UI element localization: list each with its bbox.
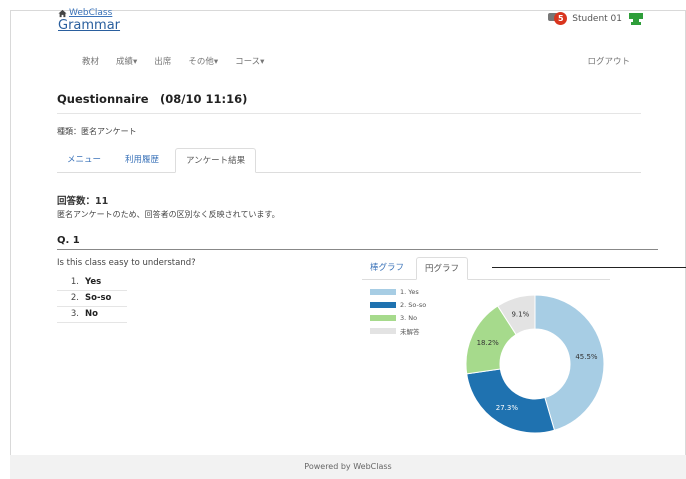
option-number: 3. (70, 309, 79, 319)
question-number: Q. 1 (57, 235, 80, 246)
option-number: 1. (70, 277, 79, 287)
data-label: 27.3% (496, 404, 519, 412)
tab-bar-chart[interactable]: 棒グラフ (362, 257, 412, 279)
footer: Powered by WebClass (10, 455, 686, 479)
header-right: 5 Student 01 (548, 11, 644, 27)
home-icon (58, 9, 67, 17)
header-left: WebClass Grammar (58, 8, 120, 33)
chart-tabs: 棒グラフ 円グラフ (362, 257, 610, 280)
donut-chart: 45.5% 27.3% 18.2% 9.1% (465, 294, 605, 434)
tab-menu[interactable]: メニュー (57, 148, 111, 172)
list-item: 1. Yes (57, 275, 127, 291)
notification-badge: 5 (554, 12, 568, 25)
legend-swatch (370, 289, 396, 295)
nav-other[interactable]: その他▾ (188, 55, 218, 67)
legend-item: 1. Yes (370, 286, 426, 298)
question-divider (57, 249, 658, 250)
legend-label: 3. No (400, 314, 418, 322)
nav-course[interactable]: コース▾ (235, 55, 264, 67)
page-title: Questionnaire (08/10 11:16) (57, 92, 248, 106)
legend-swatch (370, 315, 396, 321)
divider (57, 113, 641, 114)
anonymous-note: 匿名アンケートのため、回答者の区別なく反映されています。 (57, 210, 280, 219)
answer-options: 1. Yes 2. So-so 3. No (57, 275, 127, 323)
legend-label: 未解答 (400, 328, 420, 336)
legend-swatch (370, 302, 396, 308)
data-label: 9.1% (511, 311, 529, 319)
legend-label: 2. So-so (400, 301, 427, 309)
question-text: Is this class easy to understand? (57, 258, 196, 268)
tab-pie-chart[interactable]: 円グラフ (416, 257, 469, 280)
nav-materials[interactable]: 教材 (82, 55, 99, 67)
user-avatar-icon[interactable] (628, 12, 644, 26)
user-name[interactable]: Student 01 (572, 14, 622, 24)
logout-link[interactable]: ログアウト (587, 55, 630, 67)
nav-grades[interactable]: 成績▾ (116, 55, 137, 67)
option-label: So-so (85, 293, 112, 303)
main-nav: 教材 成績▾ 出席 その他▾ コース▾ (82, 55, 264, 67)
page-tabs: メニュー 利用履歴 アンケート結果 (57, 148, 641, 173)
data-label: 18.2% (477, 339, 500, 347)
option-number: 2. (70, 293, 79, 303)
legend-swatch (370, 328, 396, 334)
legend-label: 1. Yes (400, 288, 419, 296)
legend-item: 未解答 (370, 325, 426, 337)
tab-usage-history[interactable]: 利用履歴 (115, 148, 169, 172)
annotation-pointer-line (492, 267, 686, 268)
notification-icon[interactable]: 5 (548, 11, 568, 27)
site-home-link[interactable]: WebClass (58, 8, 120, 18)
course-title-link[interactable]: Grammar (58, 18, 120, 33)
site-name: WebClass (69, 8, 113, 18)
chart-legend: 1. Yes 2. So-so 3. No 未解答 (370, 286, 426, 338)
list-item: 3. No (57, 307, 127, 323)
option-label: No (85, 309, 98, 319)
list-item: 2. So-so (57, 291, 127, 307)
option-label: Yes (85, 277, 102, 287)
legend-item: 3. No (370, 312, 426, 324)
data-label: 45.5% (575, 353, 598, 361)
questionnaire-type: 種類：匿名アンケート (57, 127, 137, 136)
pie-slice (466, 368, 556, 434)
legend-item: 2. So-so (370, 299, 426, 311)
nav-attendance[interactable]: 出席 (154, 55, 171, 67)
answer-count: 回答数：11 (57, 196, 109, 207)
tab-survey-results[interactable]: アンケート結果 (175, 148, 257, 173)
